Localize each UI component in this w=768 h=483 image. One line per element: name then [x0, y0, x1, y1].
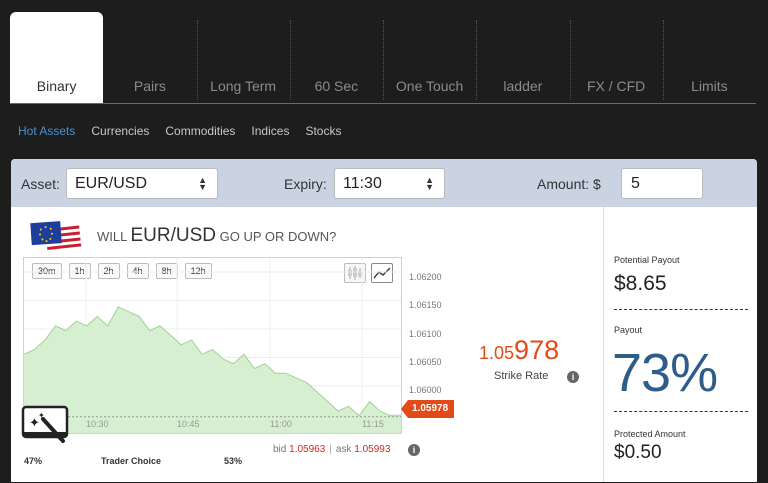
y-tick-label: 1.06200: [409, 272, 442, 282]
y-tick-label: 1.06100: [409, 329, 442, 339]
subnav-hot-assets[interactable]: Hot Assets: [18, 124, 75, 138]
subnav-commodities[interactable]: Commodities: [165, 124, 235, 138]
question-pair: EUR/USD: [130, 225, 216, 246]
eu-us-flag-icon: [30, 221, 82, 251]
strike-price-tag: 1.05978: [401, 400, 454, 418]
subnav-currencies[interactable]: Currencies: [91, 124, 149, 138]
trader-choice-right: 53%: [224, 456, 243, 466]
price-chart-plot: [24, 258, 401, 433]
subnav-stocks[interactable]: Stocks: [305, 124, 341, 138]
amount-input[interactable]: 5: [621, 168, 703, 199]
protected-amount-label: Protected Amount: [614, 429, 686, 439]
trade-panel: Asset: EUR/USD ▲ ▼ Expiry: 11:30 ▲ ▼ Amoun…: [11, 159, 757, 482]
rate-suffix: 978: [514, 335, 560, 365]
question-prefix: WILL: [97, 229, 127, 244]
divider: [614, 309, 748, 310]
subnav-indices[interactable]: Indices: [251, 124, 289, 138]
expiry-select[interactable]: 11:30 ▲ ▼: [334, 168, 445, 199]
potential-payout-label: Potential Payout: [614, 255, 680, 265]
payout-percent: 73%: [612, 343, 718, 403]
ask-value: 1.05993: [354, 444, 391, 455]
tab-one-touch[interactable]: One Touch: [383, 12, 476, 104]
svg-text:✦: ✦: [38, 411, 45, 420]
tab-long-term[interactable]: Long Term: [196, 12, 290, 104]
info-icon[interactable]: i: [408, 444, 420, 456]
chart-area: WILL EUR/USD GO UP OR DOWN? 30m 1h 2h 4h…: [11, 207, 603, 482]
payout-panel: Potential Payout $8.65 Payout 73% Protec…: [603, 207, 757, 482]
call-button[interactable]: CALL: [473, 275, 526, 298]
x-tick-label: 10:45: [177, 419, 200, 429]
direction-question: WILL EUR/USD GO UP OR DOWN?: [97, 225, 336, 247]
price-chart[interactable]: 30m 1h 2h 4h 8h 12h: [23, 257, 402, 434]
bid-ask-quote: bid 1.05963 | ask 1.05993: [273, 444, 391, 455]
question-suffix: GO UP OR DOWN?: [219, 229, 337, 244]
price-area: [24, 306, 401, 433]
tab-limits[interactable]: Limits: [662, 12, 756, 104]
tab-pairs[interactable]: Pairs: [103, 12, 196, 104]
trading-app: Binary Pairs Long Term 60 Sec One Touch …: [0, 0, 768, 483]
trader-choice-left: 47%: [24, 456, 43, 466]
asset-category-nav: Hot Assets Currencies Commodities Indice…: [18, 124, 341, 138]
y-tick-label: 1.06000: [409, 385, 442, 395]
tab-ladder[interactable]: ladder: [476, 12, 569, 104]
info-icon[interactable]: i: [567, 371, 579, 383]
ask-label: ask: [335, 444, 352, 455]
asset-select-value: EUR/USD: [75, 175, 148, 192]
tabs-divider: [10, 103, 756, 104]
x-tick-label: 10:30: [86, 419, 109, 429]
tab-label: One Touch: [395, 78, 464, 94]
put-button[interactable]: PUT: [473, 414, 513, 437]
tab-binary[interactable]: Binary: [10, 12, 104, 104]
potential-payout-value: $8.65: [614, 272, 667, 295]
tab-label: Limits: [691, 78, 728, 94]
tab-label: Pairs: [133, 78, 166, 94]
tab-label: 60 Sec: [314, 78, 359, 94]
bid-value: 1.05963: [289, 444, 326, 455]
tab-label: Long Term: [210, 78, 277, 94]
payout-label: Payout: [614, 325, 643, 335]
strike-rate-label: Strike Rate: [494, 370, 549, 382]
controls-bar: Asset: EUR/USD ▲ ▼ Expiry: 11:30 ▲ ▼ Amoun…: [11, 159, 757, 207]
divider: [614, 411, 748, 412]
amount-input-value: 5: [631, 175, 640, 192]
y-tick-label: 1.06050: [409, 357, 442, 367]
trader-choice-label: Trader Choice: [101, 456, 162, 466]
strike-rate-value: 1.05978: [479, 335, 559, 366]
amount-label: Amount: $: [537, 176, 601, 192]
asset-label: Asset:: [21, 176, 60, 192]
tab-label: ladder: [503, 78, 543, 94]
x-tick-label: 11:15: [362, 419, 384, 429]
y-tick-label: 1.06150: [409, 300, 442, 310]
select-arrows-icon: ▲ ▼: [198, 175, 207, 192]
tab-label: FX / CFD: [586, 78, 646, 94]
asset-select[interactable]: EUR/USD ▲ ▼: [66, 168, 218, 199]
magic-wand-icon[interactable]: ✦ ✦: [21, 405, 71, 445]
expiry-label: Expiry:: [284, 176, 327, 192]
tab-60-sec[interactable]: 60 Sec: [289, 12, 383, 104]
rate-prefix: 1.05: [479, 343, 515, 363]
expiry-select-value: 11:30: [343, 175, 382, 192]
x-tick-label: 11:00: [270, 419, 292, 429]
bid-label: bid: [273, 444, 287, 455]
product-tabs: Binary Pairs Long Term 60 Sec One Touch …: [10, 12, 756, 104]
tab-fx-cfd[interactable]: FX / CFD: [569, 12, 663, 104]
protected-amount-value: $0.50: [614, 442, 662, 463]
select-arrows-icon: ▲ ▼: [425, 175, 434, 192]
tab-label: Binary: [36, 78, 77, 94]
